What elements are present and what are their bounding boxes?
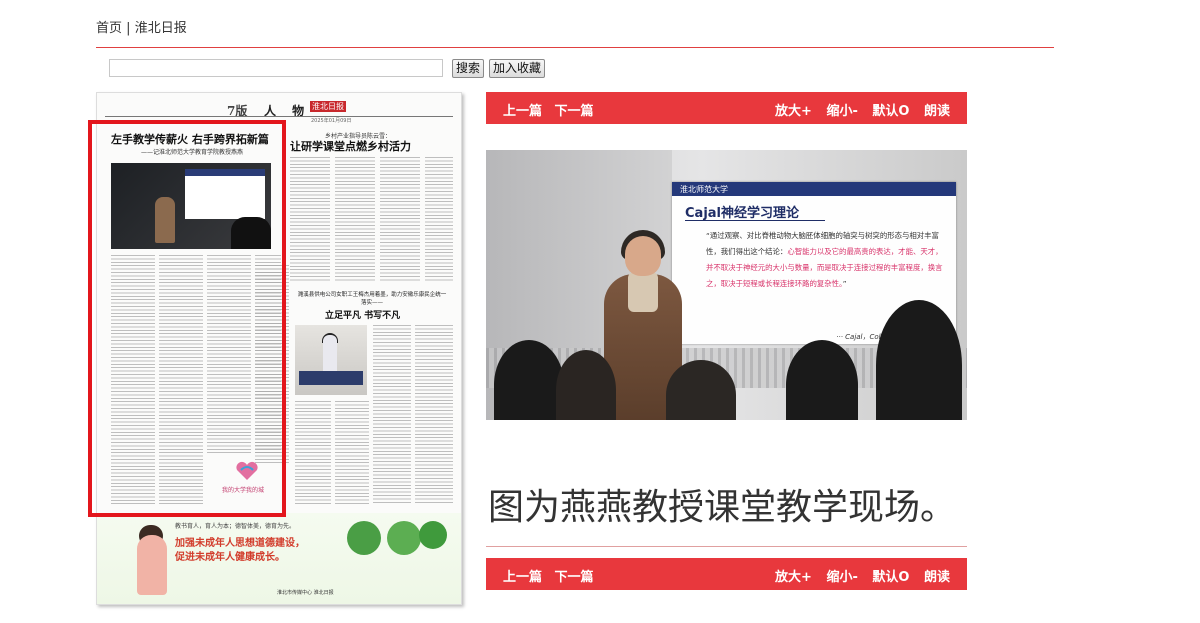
newspaper-date: 2025年01月09日 xyxy=(311,118,352,124)
next-article-button[interactable]: 下一篇 xyxy=(555,104,594,119)
newspaper-masthead-logo: 淮北日报 xyxy=(310,101,346,112)
student-figure xyxy=(556,350,616,420)
article-headline-2[interactable]: 让研学课堂点燃乡村活力 xyxy=(290,138,411,154)
breadcrumb-current-link[interactable]: 淮北日报 xyxy=(135,21,187,36)
slide-quote: “通过观察、对比脊椎动物大脑胚体细胞的轴突与树突的形态与相对丰富性，我们得出这个… xyxy=(706,228,948,292)
prev-article-button[interactable]: 上一篇 xyxy=(503,570,542,585)
article-toolbar-top: 上一篇 下一篇 放大+ 缩小- 默认O 朗读 xyxy=(486,92,967,124)
photo-caption: 图为燕燕教授课堂教学现场。 xyxy=(488,487,957,528)
ad-footer: 淮北市传媒中心 淮北日报 xyxy=(277,590,334,596)
caption-divider xyxy=(486,546,967,547)
article-text-column xyxy=(295,401,331,505)
selected-article-highlight[interactable] xyxy=(88,120,286,517)
article-main-photo: 淮北师范大学 Cajal神经学习理论 “通过观察、对比脊椎动物大脑胚体细胞的轴突… xyxy=(486,150,967,420)
article-toolbar-bottom: 上一篇 下一篇 放大+ 缩小- 默认O 朗读 xyxy=(486,558,967,590)
article-text-column xyxy=(380,157,420,283)
zoom-out-button[interactable]: 缩小- xyxy=(826,104,857,119)
default-size-button[interactable]: 默认O xyxy=(872,104,909,119)
read-aloud-button[interactable]: 朗读 xyxy=(924,570,950,585)
search-button[interactable]: 搜索 xyxy=(452,59,485,78)
university-logo: 淮北师范大学 xyxy=(680,185,728,194)
tree-icon xyxy=(387,521,421,555)
student-figure xyxy=(786,340,858,420)
zoom-in-button[interactable]: 放大+ xyxy=(775,104,812,119)
read-aloud-button[interactable]: 朗读 xyxy=(924,104,950,119)
ad-slogan-line-1: 教书育人，育人为本；德智体美，德育为先。 xyxy=(175,523,296,530)
teacher-scarf xyxy=(628,272,658,312)
article-text-column xyxy=(425,157,453,283)
teacher-face xyxy=(625,236,661,276)
newspaper-header-rule xyxy=(105,116,453,117)
zoom-in-button[interactable]: 放大+ xyxy=(775,570,812,585)
default-size-button[interactable]: 默认O xyxy=(872,570,909,585)
article-text-column xyxy=(373,325,411,505)
add-favorite-button[interactable]: 加入收藏 xyxy=(489,59,546,78)
prev-article-button[interactable]: 上一篇 xyxy=(503,104,542,119)
header-divider xyxy=(96,47,1054,48)
zoom-out-button[interactable]: 缩小- xyxy=(826,570,857,585)
newspaper-header: 7版 人 物 淮北日报 2025年01月09日 xyxy=(97,93,461,124)
ad-slogan-line-2: 加强未成年人思想道德建设， xyxy=(175,538,305,549)
article-text-column xyxy=(415,325,453,505)
article-text-column xyxy=(335,157,375,283)
tree-icon xyxy=(347,521,381,555)
slide-quote-close: ” xyxy=(842,279,847,288)
breadcrumb: 首页 | 淮北日报 xyxy=(96,17,187,36)
student-figure xyxy=(876,300,962,420)
breadcrumb-separator: | xyxy=(126,21,131,36)
article-text-column xyxy=(290,157,330,283)
article-text-column xyxy=(335,401,369,505)
article-prehead-3: 濉溪县供电公司女职工王梅杰用着墨，助力安徽乐康民企统一落实—— xyxy=(297,292,447,306)
next-article-button[interactable]: 下一篇 xyxy=(555,570,594,585)
article-headline-3[interactable]: 立足平凡 书写不凡 xyxy=(325,308,400,321)
breadcrumb-home-link[interactable]: 首页 xyxy=(96,21,122,36)
search-input[interactable] xyxy=(109,59,443,77)
ad-slogan-line-3: 促进未成年人健康成长。 xyxy=(175,552,285,563)
slide-title-underline xyxy=(685,220,825,221)
student-figure xyxy=(494,340,564,420)
slide-header-bar: 淮北师范大学 xyxy=(672,182,956,196)
public-service-ad: 教书育人，育人为本；德智体美，德育为先。 加强未成年人思想道德建设， 促进未成年… xyxy=(97,513,461,604)
slide-title: Cajal神经学习理论 xyxy=(685,206,799,221)
tree-icon xyxy=(419,521,447,549)
article-photo-3 xyxy=(295,325,367,395)
